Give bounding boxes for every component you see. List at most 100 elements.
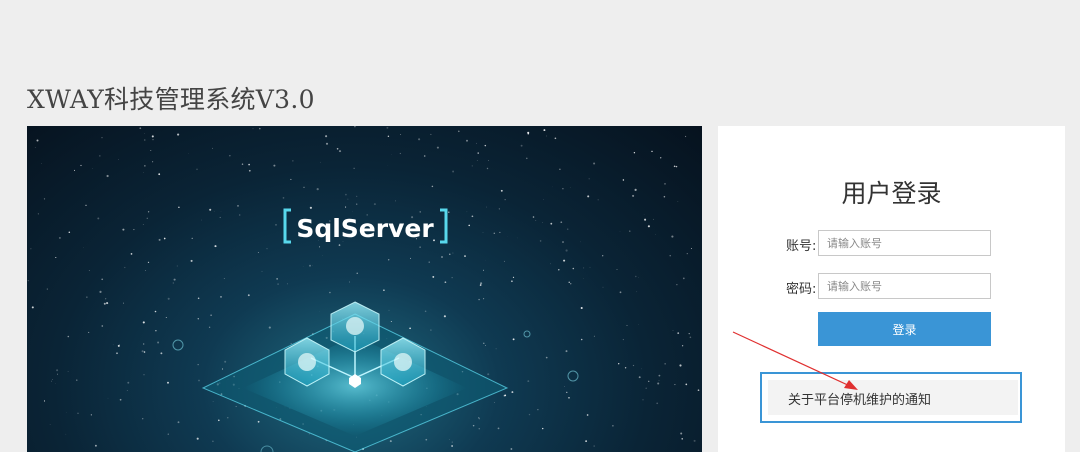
star-dot [527, 380, 530, 383]
star-dot [173, 278, 176, 281]
star-dot [657, 382, 660, 385]
star-dot [672, 330, 674, 331]
star-dot [210, 314, 212, 316]
star-dot [543, 199, 544, 200]
star-dot [652, 218, 654, 220]
star-dot [144, 139, 146, 141]
star-dot [74, 169, 75, 171]
star-dot [172, 282, 174, 284]
star-dot [97, 217, 100, 220]
star-dot [587, 195, 590, 198]
star-dot [196, 437, 199, 440]
star-dot [309, 264, 311, 267]
star-dot [682, 277, 685, 280]
star-dot [49, 424, 51, 425]
login-button[interactable]: 登录 [818, 312, 991, 346]
star-dot [88, 270, 90, 271]
star-dot [292, 160, 294, 162]
star-dot [347, 198, 349, 200]
star-dot [399, 152, 401, 155]
star-dot [597, 199, 599, 201]
password-input[interactable] [818, 273, 991, 299]
star-dot [432, 275, 435, 278]
star-dot [312, 264, 313, 266]
star-dot [389, 440, 392, 443]
star-dot [693, 439, 696, 442]
star-dot [478, 298, 480, 301]
star-dot [451, 445, 454, 447]
star-dot [647, 225, 650, 228]
star-dot [512, 276, 515, 279]
star-dot [143, 351, 146, 353]
star-dot [495, 348, 497, 350]
star-dot [478, 417, 480, 419]
star-dot [198, 379, 200, 382]
star-dot [586, 414, 589, 416]
star-dot [31, 306, 34, 309]
star-dot [142, 321, 145, 324]
star-dot [176, 265, 178, 267]
star-dot [585, 440, 587, 442]
star-dot [512, 338, 515, 341]
star-dot [303, 186, 305, 188]
star-dot [569, 187, 571, 188]
star-dot [664, 183, 666, 185]
star-dot [212, 147, 214, 149]
star-dot [482, 232, 484, 233]
star-dot [133, 229, 135, 231]
account-input[interactable] [818, 230, 991, 256]
star-dot [158, 238, 161, 241]
star-dot [345, 206, 347, 208]
star-dot [338, 150, 342, 153]
star-dot [671, 235, 674, 238]
star-dot [329, 291, 331, 294]
star-dot [68, 231, 71, 233]
star-dot [681, 438, 683, 440]
star-dot [483, 269, 484, 271]
star-dot [36, 139, 39, 142]
notice-link[interactable]: 关于平台停机维护的通知 [768, 380, 1018, 415]
star-dot [690, 247, 692, 249]
star-dot [144, 269, 146, 271]
star-dot [448, 211, 450, 213]
star-dot [558, 269, 560, 271]
star-dot [616, 269, 618, 271]
star-dot [419, 211, 421, 213]
star-dot [247, 294, 250, 297]
star-dot [511, 391, 514, 394]
star-dot [123, 302, 124, 304]
star-dot [476, 142, 477, 144]
star-dot [80, 164, 82, 167]
star-dot [213, 210, 215, 212]
star-dot [119, 344, 120, 345]
star-dot [383, 289, 385, 292]
star-dot [163, 237, 166, 240]
star-dot [190, 259, 193, 262]
star-dot [448, 439, 450, 440]
star-dot [276, 278, 278, 280]
star-dot [602, 255, 604, 257]
star-dot [46, 288, 48, 290]
account-row: 账号: [718, 230, 1065, 256]
star-dot [645, 387, 647, 390]
star-dot [275, 224, 277, 226]
star-dot [101, 137, 103, 139]
star-dot [697, 389, 700, 392]
star-dot [498, 208, 500, 210]
star-dot [685, 135, 687, 138]
star-dot [224, 360, 227, 363]
star-dot [286, 283, 288, 285]
star-dot [27, 279, 29, 282]
star-dot [535, 220, 537, 221]
star-dot [282, 197, 285, 199]
app-title: XWAY科技管理系统V3.0 [27, 85, 315, 114]
star-dot [67, 335, 70, 338]
star-dot [503, 260, 505, 262]
star-dot [157, 341, 160, 344]
star-dot [494, 402, 495, 403]
star-dot [325, 142, 329, 145]
star-dot [458, 130, 460, 133]
star-dot [642, 399, 644, 401]
star-dot [143, 172, 144, 173]
star-dot [638, 376, 641, 379]
